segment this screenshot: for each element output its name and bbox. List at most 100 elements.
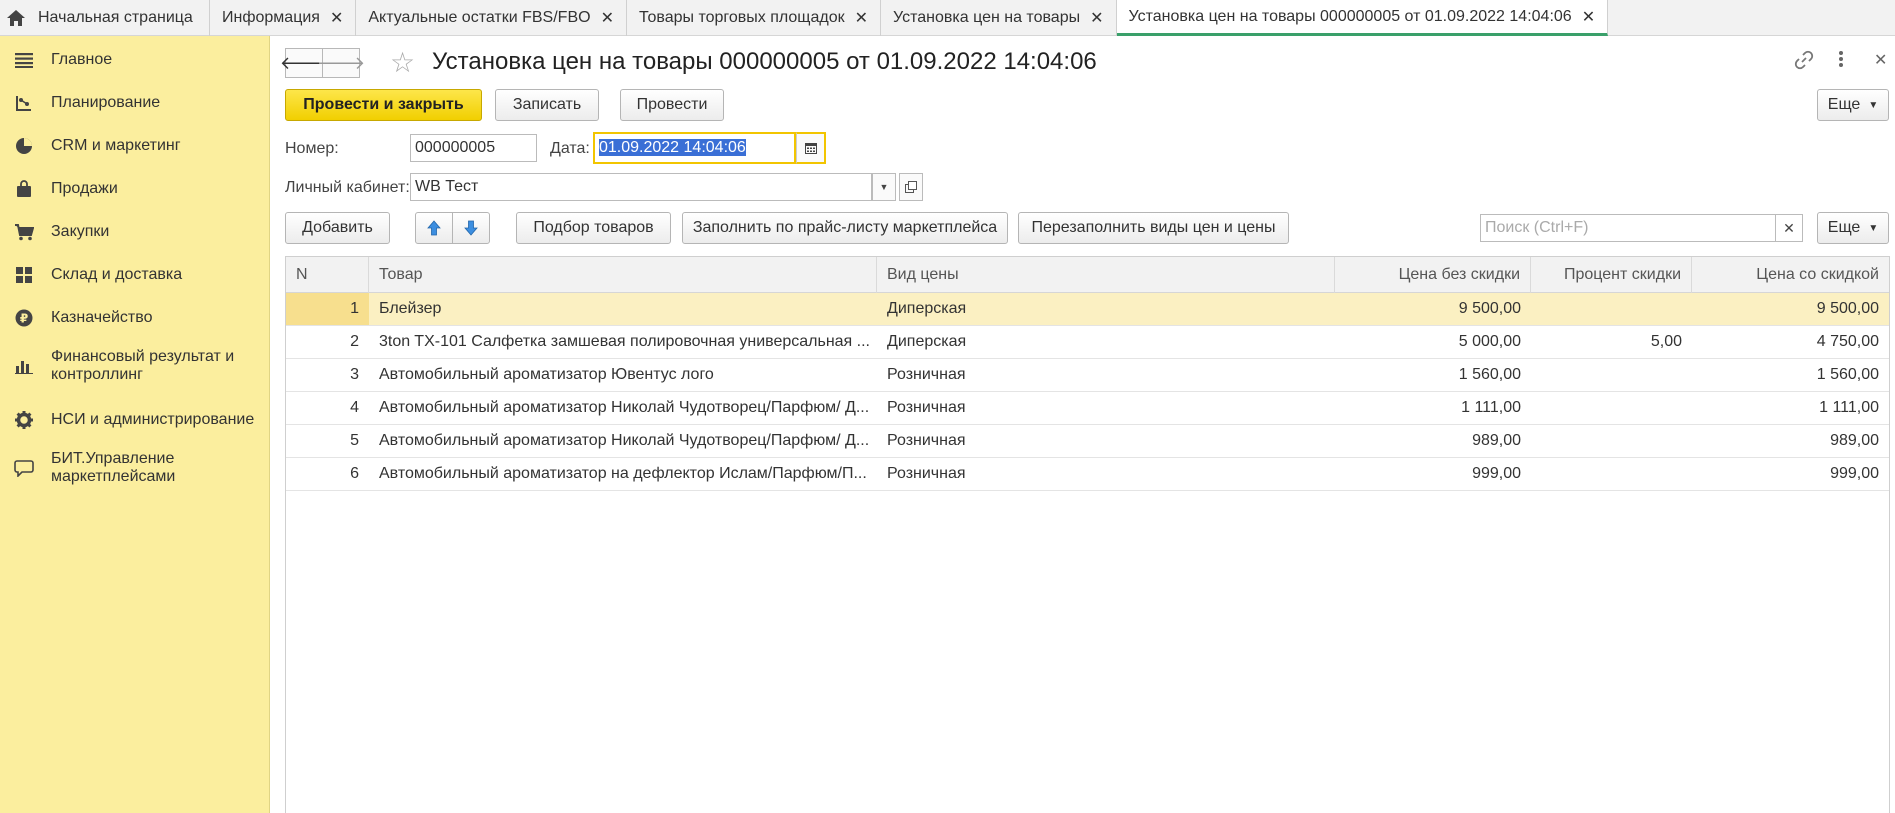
column-header-product[interactable]: Товар xyxy=(369,257,877,293)
tab-label: Товары торговых площадок xyxy=(638,9,845,26)
sidebar-item-finance[interactable]: Финансовый результат и контроллинг xyxy=(0,343,270,389)
tab-home[interactable]: Начальная страница xyxy=(0,0,210,36)
cell-n: 1 xyxy=(286,293,369,325)
bar-chart-icon xyxy=(14,356,34,376)
tab-label: Установка цен на товары 000000005 от 01.… xyxy=(1128,7,1572,25)
close-icon[interactable]: ✕ xyxy=(1090,8,1103,28)
cell-final-price: 1 111,00 xyxy=(1819,399,1879,416)
forward-button[interactable]: 🡒 xyxy=(317,48,365,78)
sidebar-item-marketplaces[interactable]: БИТ.Управление маркетплейсами xyxy=(0,445,270,491)
date-value: 01.09.2022 14:04:06 xyxy=(599,139,746,156)
tab-marketplace-goods[interactable]: Товары торговых площадок ✕ xyxy=(627,0,882,36)
cell-discount xyxy=(1531,425,1692,457)
more-button[interactable]: Еще ▼ xyxy=(1817,89,1889,121)
chevron-down-icon: ▼ xyxy=(1868,99,1879,111)
column-header-n[interactable]: N xyxy=(286,257,369,293)
close-icon[interactable]: ✕ xyxy=(855,8,868,28)
arrow-right-icon: 🡒 xyxy=(316,52,366,73)
save-button[interactable]: Записать xyxy=(495,89,599,121)
cell-product: Автомобильный ароматизатор Николай Чудот… xyxy=(379,399,870,416)
move-up-button[interactable] xyxy=(415,212,453,244)
cell-price: 989,00 xyxy=(1472,432,1521,449)
cabinet-label: Личный кабинет: xyxy=(285,179,410,196)
cell-price-type: Розничная xyxy=(887,465,966,482)
number-label: Номер: xyxy=(285,140,339,157)
cart-icon xyxy=(14,222,34,242)
date-field[interactable]: 01.09.2022 14:04:06 xyxy=(593,132,796,164)
home-icon xyxy=(7,10,25,26)
calendar-icon xyxy=(804,143,817,154)
star-icon[interactable]: ☆ xyxy=(390,46,415,79)
sidebar-item-planning[interactable]: Планирование xyxy=(0,85,270,121)
fill-by-pricelist-button[interactable]: Заполнить по прайс-листу маркетплейса xyxy=(682,212,1008,244)
tab-label: Начальная страница xyxy=(38,9,193,26)
table-row[interactable]: 1 Блейзер Диперская 9 500,00 9 500,00 xyxy=(286,293,1889,326)
table-row[interactable]: 3 Автомобильный ароматизатор Ювентус лог… xyxy=(286,359,1889,392)
cell-price-type: Диперская xyxy=(887,300,967,317)
column-header-price[interactable]: Цена без скидки xyxy=(1335,257,1531,293)
tab-price-setting-document[interactable]: Установка цен на товары 000000005 от 01.… xyxy=(1116,0,1609,36)
close-icon[interactable]: ✕ xyxy=(1582,7,1595,27)
sidebar-item-sales[interactable]: Продажи xyxy=(0,171,270,207)
tab-label: Актуальные остатки FBS/FBO xyxy=(368,9,591,26)
cell-discount xyxy=(1531,359,1692,391)
search-clear-button[interactable]: ✕ xyxy=(1775,214,1803,242)
calendar-button[interactable] xyxy=(796,132,826,164)
close-icon[interactable]: ✕ xyxy=(1874,50,1887,70)
tab-stock[interactable]: Актуальные остатки FBS/FBO ✕ xyxy=(356,0,627,36)
chevron-down-icon: ▼ xyxy=(1868,222,1879,234)
pick-goods-button[interactable]: Подбор товаров xyxy=(516,212,671,244)
search-placeholder: Поиск (Ctrl+F) xyxy=(1485,219,1589,236)
tab-price-setting-list[interactable]: Установка цен на товары ✕ xyxy=(881,0,1117,36)
column-header-discount[interactable]: Процент скидки xyxy=(1531,257,1692,293)
link-icon[interactable] xyxy=(1794,50,1814,75)
cell-final-price: 989,00 xyxy=(1830,432,1879,449)
cell-discount xyxy=(1531,458,1692,490)
search-input[interactable]: Поиск (Ctrl+F) xyxy=(1480,214,1776,242)
arrow-up-icon xyxy=(427,220,441,236)
sidebar-item-label: Склад и доставка xyxy=(51,266,183,283)
cell-price-type: Диперская xyxy=(887,333,967,350)
sidebar-item-label: Закупки xyxy=(51,223,110,240)
tab-info[interactable]: Информация ✕ xyxy=(210,0,357,36)
table-row[interactable]: 2 3ton TX-101 Салфетка замшевая полирово… xyxy=(286,326,1889,359)
table-row[interactable]: 4 Автомобильный ароматизатор Николай Чуд… xyxy=(286,392,1889,425)
cell-product: Автомобильный ароматизатор на дефлектор … xyxy=(379,465,867,482)
sidebar-item-crm[interactable]: CRM и маркетинг xyxy=(0,128,270,164)
column-header-price-type[interactable]: Вид цены xyxy=(877,257,1335,293)
cell-price: 1 560,00 xyxy=(1458,366,1521,383)
tab-label: Информация xyxy=(222,9,320,26)
cabinet-field[interactable]: WB Тест xyxy=(410,173,872,201)
sidebar-item-treasury[interactable]: ₽ Казначейство xyxy=(0,300,270,336)
sidebar-item-main[interactable]: Главное xyxy=(0,42,270,78)
svg-text:₽: ₽ xyxy=(20,312,28,326)
cabinet-dropdown-button[interactable]: ▼ xyxy=(872,173,896,201)
sidebar-item-purchases[interactable]: Закупки xyxy=(0,214,270,250)
chevron-down-icon: ▼ xyxy=(879,182,889,192)
sidebar-item-warehouse[interactable]: Склад и доставка xyxy=(0,257,270,293)
close-icon[interactable]: ✕ xyxy=(330,8,343,28)
open-window-icon xyxy=(905,181,917,193)
tab-label: Установка цен на товары xyxy=(893,9,1081,26)
more-vertical-icon[interactable] xyxy=(1838,50,1844,73)
sidebar-item-admin[interactable]: НСИ и администрирование xyxy=(0,402,270,438)
table-more-button[interactable]: Еще ▼ xyxy=(1817,212,1889,244)
sidebar: Главное Планирование CRM и маркетинг Про… xyxy=(0,36,270,813)
number-field[interactable]: 000000005 xyxy=(410,134,537,162)
column-header-final-price[interactable]: Цена со скидкой xyxy=(1692,257,1889,293)
add-button[interactable]: Добавить xyxy=(285,212,390,244)
cell-price: 5 000,00 xyxy=(1458,333,1521,350)
table-row[interactable]: 6 Автомобильный ароматизатор на дефлекто… xyxy=(286,458,1889,491)
cell-product: 3ton TX-101 Салфетка замшевая полировочн… xyxy=(379,333,870,350)
post-button[interactable]: Провести xyxy=(620,89,724,121)
move-down-button[interactable] xyxy=(452,212,490,244)
table-row[interactable]: 5 Автомобильный ароматизатор Николай Чуд… xyxy=(286,425,1889,458)
close-icon[interactable]: ✕ xyxy=(601,8,614,28)
post-and-close-button[interactable]: Провести и закрыть xyxy=(285,89,482,121)
cell-final-price: 4 750,00 xyxy=(1816,333,1879,350)
more-label: Еще xyxy=(1827,219,1861,236)
cabinet-open-button[interactable] xyxy=(899,173,923,201)
cell-discount xyxy=(1531,392,1692,424)
refill-prices-button[interactable]: Перезаполнить виды цен и цены xyxy=(1018,212,1289,244)
cell-n: 5 xyxy=(350,432,359,449)
